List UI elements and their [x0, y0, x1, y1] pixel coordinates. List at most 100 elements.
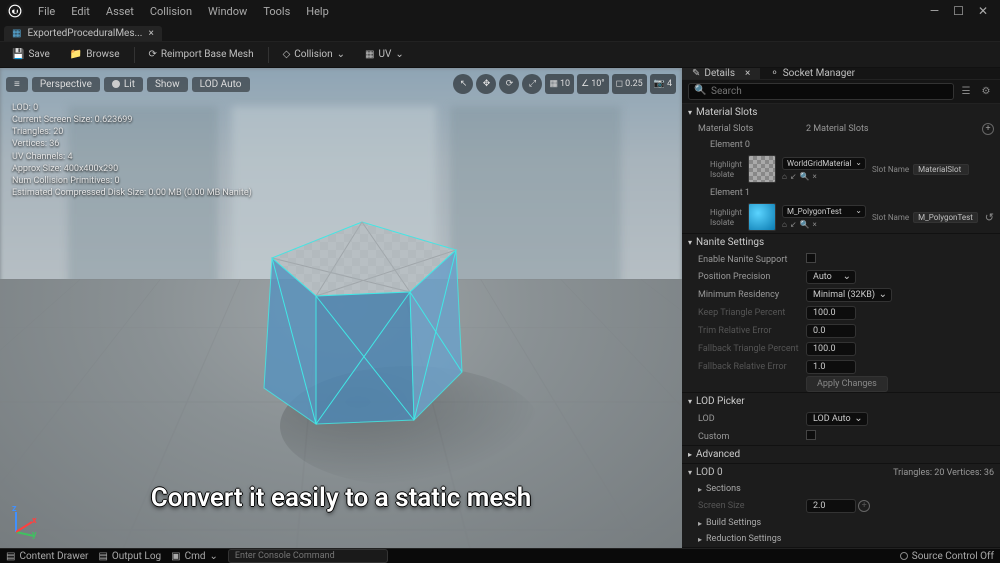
viewport-stats: LOD: 0 Current Screen Size: 0.623699 Tri… [6, 98, 258, 203]
category-header-lod-picker[interactable]: ▾LOD Picker [682, 393, 1000, 410]
nanite-enable-checkbox[interactable] [806, 253, 816, 263]
element0-material-dropdown[interactable]: WorldGridMaterial [782, 157, 866, 170]
category-header-lod0[interactable]: ▾LOD 0 Triangles: 20 Vertices: 36 [682, 464, 1000, 481]
tab-details[interactable]: ✎Details× [682, 68, 760, 79]
use-selection-icon[interactable]: ↙ [790, 172, 797, 181]
camera-icon: 📷 [654, 79, 665, 89]
element1-slot-name-field[interactable]: M_PolygonTest [913, 212, 978, 223]
category-header-build[interactable]: ▸Build Settings [682, 515, 1000, 531]
viewport-perspective-dropdown[interactable]: Perspective [32, 77, 100, 92]
sections-cat-label: Sections [706, 484, 741, 494]
uv-dropdown[interactable]: ▦ UV ⌄ [359, 47, 410, 62]
screen-size-add-button[interactable]: + [858, 500, 870, 512]
console-command-input[interactable] [228, 549, 388, 563]
menu-file[interactable]: File [30, 5, 63, 18]
details-search-input[interactable] [688, 83, 954, 100]
camera-speed-button[interactable]: 📷4 [650, 74, 676, 94]
viewport-menu-button[interactable]: ≡ [6, 77, 28, 92]
window-close-button[interactable]: ✕ [978, 4, 988, 18]
asset-tab-close-button[interactable]: × [148, 28, 153, 39]
close-icon[interactable]: × [745, 68, 750, 79]
viewport[interactable]: ≡ Perspective Lit Show LOD Auto ↖ ✥ ⟳ ⤢ … [0, 68, 682, 548]
category-header-reduction[interactable]: ▸Reduction Settings [682, 531, 1000, 547]
window-maximize-button[interactable]: ☐ [953, 4, 964, 18]
window-minimize-button[interactable]: — [930, 4, 939, 18]
nanite-tre-field[interactable]: 0.0 [806, 324, 856, 338]
material-slots-label: Material Slots [698, 124, 806, 134]
add-material-slot-button[interactable]: + [982, 123, 994, 135]
filter-button[interactable]: ☰ [958, 84, 974, 100]
use-selection-icon[interactable]: ↙ [790, 220, 797, 229]
rotate-mode-button[interactable]: ⟳ [499, 74, 519, 94]
nanite-min-res-dropdown[interactable]: Minimal (32KB) [806, 288, 892, 302]
source-control-button[interactable]: Source Control Off [900, 551, 994, 562]
angle-snap-button[interactable]: ∠10° [577, 74, 609, 94]
lod-custom-label: Custom [698, 432, 806, 442]
nanite-ktp-field[interactable]: 100.0 [806, 306, 856, 320]
nanite-pos-prec-label: Position Precision [698, 272, 806, 282]
element0-slot-name-field[interactable]: MaterialSlot [913, 164, 969, 175]
element1-highlight[interactable]: Highlight [710, 208, 742, 217]
lod-custom-checkbox[interactable] [806, 430, 816, 440]
stat-uvchannels: UV Channels: 4 [12, 151, 252, 163]
scale-mode-button[interactable]: ⤢ [522, 74, 542, 94]
static-mesh[interactable] [232, 202, 492, 450]
browse-asset-icon[interactable]: ⌂ [782, 220, 787, 229]
select-mode-button[interactable]: ↖ [453, 74, 473, 94]
grid-snap-button[interactable]: ▦10 [545, 74, 574, 94]
menu-asset[interactable]: Asset [98, 5, 142, 18]
nanite-ftp-field[interactable]: 100.0 [806, 342, 856, 356]
asset-tab[interactable]: ▦ ExportedProceduralMes... × [4, 26, 162, 41]
axis-gizmo[interactable]: z x y [10, 508, 40, 538]
search-icon: 🔍 [694, 85, 706, 96]
find-icon[interactable]: 🔍 [800, 220, 810, 229]
show-label: Show [155, 79, 180, 90]
find-icon[interactable]: 🔍 [800, 172, 810, 181]
viewport-lod-dropdown[interactable]: LOD Auto [192, 77, 250, 92]
nanite-enable-label: Enable Nanite Support [698, 255, 806, 265]
menu-window[interactable]: Window [200, 5, 255, 18]
content-drawer-button[interactable]: ▤Content Drawer [6, 551, 88, 562]
cmd-dropdown[interactable]: ▣Cmd ⌄ [171, 551, 218, 562]
tab-socket-manager[interactable]: ⚬Socket Manager [760, 68, 865, 79]
nanite-fre-field[interactable]: 1.0 [806, 360, 856, 374]
viewport-show-dropdown[interactable]: Show [147, 77, 188, 92]
browse-label: Browse [86, 49, 119, 60]
menu-edit[interactable]: Edit [63, 5, 98, 18]
viewport-lit-dropdown[interactable]: Lit [104, 77, 143, 92]
category-lod0: ▾LOD 0 Triangles: 20 Vertices: 36 ▸Secti… [682, 464, 1000, 548]
category-header-sections[interactable]: ▸Sections [682, 481, 1000, 497]
screen-size-field[interactable]: 2.0 [806, 499, 856, 513]
menu-collision[interactable]: Collision [142, 5, 200, 18]
reset-icon[interactable]: × [812, 220, 816, 229]
scale-snap-button[interactable]: ◻0.25 [612, 74, 647, 94]
output-log-button[interactable]: ▤Output Log [98, 551, 161, 562]
nanite-pos-prec-dropdown[interactable]: Auto [806, 270, 856, 284]
grid-snap-value: 10 [560, 79, 570, 89]
main-area: ≡ Perspective Lit Show LOD Auto ↖ ✥ ⟳ ⤢ … [0, 68, 1000, 548]
category-header-nanite[interactable]: ▾Nanite Settings [682, 234, 1000, 251]
translate-mode-button[interactable]: ✥ [476, 74, 496, 94]
nanite-apply-button[interactable]: Apply Changes [806, 376, 888, 392]
material-thumbnail[interactable] [748, 155, 776, 183]
element1-isolate[interactable]: Isolate [710, 218, 742, 227]
collision-dropdown[interactable]: ◇ Collision ⌄ [277, 47, 351, 62]
browse-asset-icon[interactable]: ⌂ [782, 172, 787, 181]
element0-isolate[interactable]: Isolate [710, 170, 742, 179]
lodpicker-cat-label: LOD Picker [696, 396, 745, 407]
browse-button[interactable]: 📁 Browse [64, 47, 126, 62]
menu-tools[interactable]: Tools [255, 5, 298, 18]
category-header-advanced[interactable]: ▸Advanced [682, 446, 1000, 463]
lod-dropdown[interactable]: LOD Auto [806, 412, 868, 426]
reimport-button[interactable]: ⟳ Reimport Base Mesh [143, 47, 260, 62]
element0-highlight[interactable]: Highlight [710, 160, 742, 169]
save-button[interactable]: 💾 Save [6, 47, 56, 62]
material-thumbnail[interactable] [748, 203, 776, 231]
menu-help[interactable]: Help [298, 5, 337, 18]
reset-to-default-button[interactable]: ↺ [985, 211, 994, 224]
reset-icon[interactable]: × [812, 172, 816, 181]
stat-lod: LOD: 0 [12, 102, 252, 114]
element1-material-dropdown[interactable]: M_PolygonTest [782, 205, 866, 218]
settings-button[interactable]: ⚙ [978, 84, 994, 100]
category-header-material-slots[interactable]: ▾Material Slots [682, 104, 1000, 121]
